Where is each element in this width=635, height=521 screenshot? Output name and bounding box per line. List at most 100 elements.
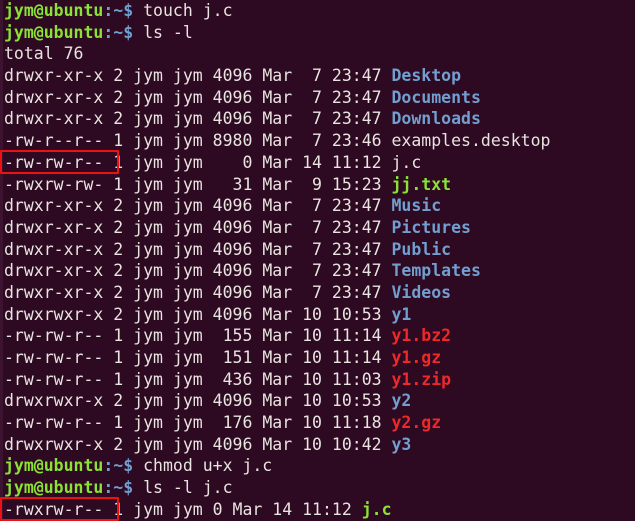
cell-group: jym [162,131,203,151]
cell-day: 10 [292,326,322,346]
cell-gap [382,153,392,172]
prompt-user-host: jym@ubuntu [4,456,104,476]
cell-gap [382,435,392,454]
cell-gap [382,413,392,432]
cell-filename: Desktop [391,66,462,86]
cell-link-count: 2 [103,261,124,281]
cell-group: jym [162,66,203,86]
cell-owner: jym [123,499,163,519]
cell-month: Mar [252,348,293,367]
cell-day: 10 [292,369,322,389]
cell-filename: y1.zip [391,369,452,389]
cell-group: jym [162,87,203,107]
cell-link-count: 1 [103,348,124,367]
cell-size: 8980 [202,131,253,151]
cell-group: jym [162,217,203,237]
cell-link-count: 2 [103,87,124,107]
command-line-ls: jym@ubuntu:~$ ls -l [0,22,635,44]
cell-day: 9 [292,174,322,194]
cell-time: 10:42 [321,434,382,454]
cell-size: 0 [202,499,223,519]
cell-time: 11:12 [292,499,352,519]
cell-group: jym [162,239,203,259]
cell-owner: jym [123,348,163,367]
prompt-path-marker: :~$ [103,478,134,498]
file-listing-row: drwxr-xr-x 2 jym jym 4096 Mar 7 23:47 Vi… [0,282,635,304]
cell-permissions: drwxrwxr-x [4,434,104,454]
cell-group: jym [162,109,203,129]
cell-size: 4096 [202,391,253,411]
cell-group: jym [162,174,203,194]
cell-day: 10 [292,413,322,433]
cell-time: 11:03 [321,369,382,389]
cell-time: 11:14 [321,326,382,346]
cell-size: 4096 [202,239,253,259]
cell-day: 7 [292,261,322,281]
cell-owner: jym [123,174,163,194]
cell-permissions: drwxr-xr-x [4,66,104,86]
cell-group: jym [162,326,203,346]
command-text-ls: ls -l [143,22,193,42]
prompt-user-host: jym@ubuntu [4,1,104,20]
cell-permissions: -rw-rw-r-- [4,152,104,172]
cell-gap [382,218,392,237]
file-listing-row-final: -rwxrw-r-- 1 jym jym 0 Mar 14 11:12 j.c [0,499,635,521]
total-text: total 76 [4,44,84,64]
command-text-ls-jc: ls -l j.c [143,478,233,498]
cell-link-count: 1 [103,499,124,519]
cell-time: 23:47 [321,217,382,237]
file-listing-row: drwxr-xr-x 2 jym jym 4096 Mar 7 23:47 Do… [0,87,635,109]
cell-time: 23:47 [321,239,382,259]
cell-group: jym [162,499,203,519]
cell-month: Mar [252,196,293,216]
cell-owner: jym [123,261,163,281]
cell-group: jym [162,261,203,281]
cell-size: 4096 [202,87,253,107]
cell-permissions: -rw-rw-r-- [4,369,104,389]
file-listing-row: drwxr-xr-x 2 jym jym 4096 Mar 7 23:47 Te… [0,260,635,282]
cell-owner: jym [123,196,163,216]
cell-owner: jym [123,391,163,411]
cell-gap [382,240,392,259]
cell-gap [382,370,392,389]
cell-link-count: 2 [103,434,124,454]
cell-gap [352,500,362,519]
cell-month: Mar [252,66,293,86]
cell-day: 7 [292,282,322,302]
cell-group: jym [162,304,203,324]
cell-day: 10 [292,391,322,411]
cell-month: Mar [252,413,293,433]
command-line-touch: jym@ubuntu:~$ touch j.c [0,0,635,22]
cell-permissions: drwxr-xr-x [4,109,104,129]
cell-month: Mar [252,326,293,346]
cell-day: 10 [292,348,322,367]
cell-month: Mar [252,282,293,302]
cell-size: 0 [202,152,253,172]
cell-gap [382,88,392,107]
terminal-window[interactable]: jym@ubuntu:~$ touch j.c jym@ubuntu:~$ ls… [0,0,635,521]
cell-link-count: 2 [103,66,124,86]
cell-filename: Videos [391,282,452,302]
cell-permissions: -rw-r--r-- [4,131,104,151]
cell-filename: Documents [391,87,481,107]
cell-group: jym [162,152,203,172]
cell-size: 4096 [202,304,253,324]
cell-size: 4096 [202,109,253,129]
cell-month: Mar [252,217,293,237]
cell-filename: y1 [391,304,412,324]
cell-month: Mar [252,152,293,172]
cell-gap [382,348,392,367]
cell-size: 4096 [202,66,253,86]
cell-size: 4096 [202,217,253,237]
cell-time: 23:47 [321,87,382,107]
command-line-chmod: jym@ubuntu:~$ chmod u+x j.c [0,455,635,477]
cell-day: 7 [292,131,322,151]
cell-time: 23:47 [321,196,382,216]
file-listing-row: drwxrwxr-x 2 jym jym 4096 Mar 10 10:53 y… [0,390,635,412]
file-listing-row: drwxr-xr-x 2 jym jym 4096 Mar 7 23:47 Pi… [0,217,635,239]
cell-permissions: drwxr-xr-x [4,87,104,107]
cell-time: 23:47 [321,66,382,86]
cell-permissions: drwxrwxr-x [4,391,104,411]
cell-link-count: 2 [103,217,124,237]
cell-filename: j.c [391,152,422,172]
